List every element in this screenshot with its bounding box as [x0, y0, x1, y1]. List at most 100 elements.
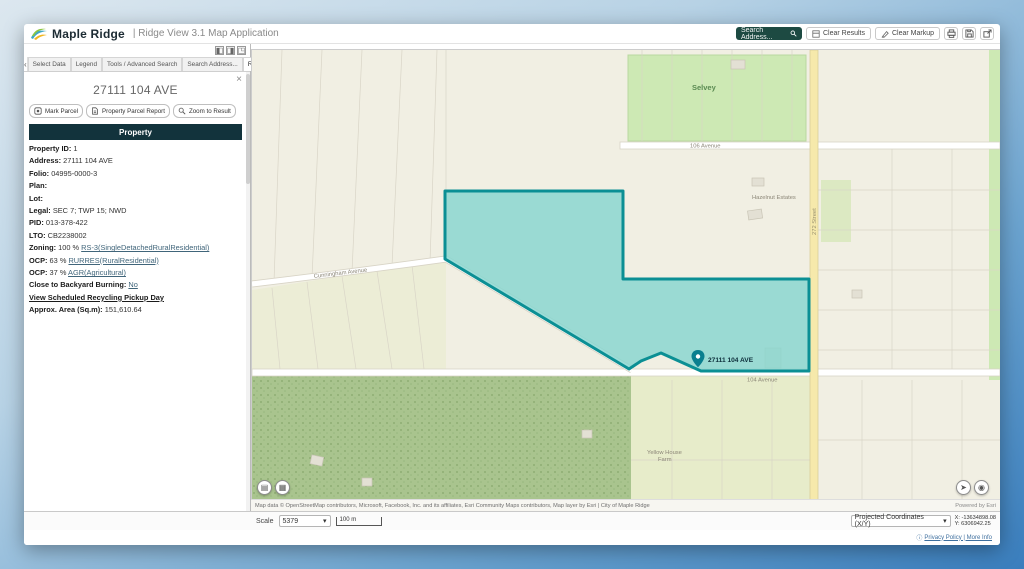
- pan-arrow-icon: ➤: [960, 483, 967, 492]
- scalebar-text: 100 m: [340, 517, 357, 523]
- field-property-id: Property ID: 1: [29, 143, 242, 155]
- map-label-104-avenue: 104 Avenue: [747, 378, 778, 384]
- field-area: Approx. Area (Sq.m): 151,610.64: [29, 304, 242, 316]
- share-button[interactable]: [980, 27, 994, 40]
- ocp-agr-link[interactable]: AGR(Agricultural): [68, 268, 126, 277]
- field-pid: PID: 013-378-422: [29, 217, 242, 229]
- zoom-to-result-icon: [178, 107, 186, 115]
- scale-value: 5379: [283, 518, 299, 525]
- result-title: 27111 104 AVE: [29, 83, 242, 97]
- coordinate-mode-select[interactable]: Projected Coordinates (X/Y) ▾: [851, 515, 951, 527]
- results-scrollbar-thumb[interactable]: [246, 74, 250, 184]
- basemap-gallery-button[interactable]: ▤: [257, 480, 272, 495]
- field-plan: Plan:: [29, 180, 242, 192]
- map-column: Selvey 106 Avenue 104 Avenue 272 Street …: [251, 44, 1000, 511]
- recycling-pickup-link[interactable]: View Scheduled Recycling Pickup Day: [29, 293, 164, 302]
- scale-select[interactable]: 5379 ▾: [279, 515, 331, 527]
- map-attribution-bar: Map data © OpenStreetMap contributors, M…: [251, 499, 1000, 511]
- field-ocp-2: OCP: 37 % AGR(Agricultural): [29, 267, 242, 279]
- property-parcel-report-button[interactable]: Property Parcel Report: [86, 104, 170, 118]
- save-button[interactable]: [962, 27, 976, 40]
- clear-results-label: Clear Results: [823, 30, 865, 37]
- property-parcel-report-label: Property Parcel Report: [102, 108, 165, 115]
- map-label-hazelnut-estates: Hazelnut Estates: [752, 195, 796, 201]
- map-label-272-street: 272 Street: [812, 208, 818, 235]
- ocp-rurres-link[interactable]: RURRES(RuralResidential): [68, 256, 158, 265]
- left-panel: ◧ ◨ ◳ ‹ Select Data Legend Tools / Advan…: [24, 44, 251, 511]
- brand-name: Maple Ridge: [52, 27, 125, 41]
- field-legal: Legal: SEC 7; TWP 15; NWD: [29, 205, 242, 217]
- field-backyard-burning: Close to Backyard Burning: No: [29, 279, 242, 291]
- locate-crosshair-icon: ◉: [978, 483, 985, 492]
- report-icon: [91, 107, 99, 115]
- clear-results-icon: [812, 30, 820, 38]
- results-scrollbar[interactable]: [246, 72, 250, 511]
- privacy-policy-link[interactable]: Privacy Policy | More Info: [924, 535, 992, 541]
- field-lot: Lot:: [29, 193, 242, 205]
- pan-mode-button[interactable]: ➤: [956, 480, 971, 495]
- map-label-farm: Farm: [658, 457, 672, 463]
- app-window: Maple Ridge | Ridge View 3.1 Map Applica…: [24, 24, 1000, 545]
- mark-parcel-label: Mark Parcel: [45, 108, 78, 115]
- save-icon: [965, 29, 974, 38]
- scale-label: Scale: [256, 518, 274, 525]
- clear-markup-icon: [881, 30, 889, 38]
- share-icon: [983, 29, 992, 38]
- field-recycling: View Scheduled Recycling Pickup Day: [29, 292, 242, 304]
- overview-map-button[interactable]: ▦: [275, 480, 290, 495]
- results-panel: × 27111 104 AVE Mark Parcel: [24, 72, 250, 511]
- app-header: Maple Ridge | Ridge View 3.1 Map Applica…: [24, 24, 1000, 44]
- map-label-106-avenue: 106 Avenue: [690, 144, 721, 150]
- powered-by-esri: Powered by Esri: [955, 503, 996, 509]
- panel-tabs: ‹ Select Data Legend Tools / Advanced Se…: [24, 57, 250, 72]
- map-label-yellow-house: Yellow House: [647, 450, 682, 456]
- panel-layout-icon-3[interactable]: ◳: [237, 46, 246, 55]
- marker-label: 27111 104 AVE: [708, 357, 754, 364]
- close-results-icon[interactable]: ×: [236, 75, 242, 85]
- tab-search-address[interactable]: Search Address...: [182, 57, 242, 71]
- maple-ridge-logo-icon: [30, 27, 48, 41]
- find-location-button[interactable]: ◉: [974, 480, 989, 495]
- attribution-text: Map data © OpenStreetMap contributors, M…: [255, 503, 650, 509]
- field-zoning: Zoning: 100 % RS-3(SingleDetachedRuralRe…: [29, 242, 242, 254]
- field-lto: LTO: CB2238002: [29, 230, 242, 242]
- tab-select-data[interactable]: Select Data: [28, 57, 71, 71]
- map-canvas[interactable]: Selvey 106 Avenue 104 Avenue 272 Street …: [252, 50, 1000, 499]
- coordinate-mode-value: Projected Coordinates (X/Y): [855, 514, 937, 528]
- zoning-link[interactable]: RS-3(SingleDetachedRuralResidential): [81, 243, 209, 252]
- tab-tools-advanced-search[interactable]: Tools / Advanced Search: [102, 57, 182, 71]
- map-label-selvey: Selvey: [692, 83, 717, 92]
- search-address-input[interactable]: Search Address...: [736, 27, 802, 40]
- cursor-coordinates: X: -13634898.08 Y: 6306942.25: [955, 515, 996, 528]
- field-address: Address: 27111 104 AVE: [29, 155, 242, 167]
- search-icon: [790, 29, 797, 38]
- mark-parcel-button[interactable]: Mark Parcel: [29, 104, 83, 118]
- app-title: | Ridge View 3.1 Map Application: [133, 28, 279, 39]
- chevron-down-icon: ▾: [323, 517, 327, 525]
- clear-markup-label: Clear Markup: [892, 30, 934, 37]
- clear-markup-button[interactable]: Clear Markup: [875, 27, 940, 40]
- coordinate-y: Y: 6306942.25: [955, 521, 996, 527]
- zoom-to-result-label: Zoom to Result: [189, 108, 231, 115]
- info-icon: ⓘ: [916, 533, 922, 542]
- status-bar: Scale 5379 ▾ 100 m Projected Coordinates …: [24, 511, 1000, 530]
- tab-legend[interactable]: Legend: [71, 57, 102, 71]
- mark-parcel-icon: [34, 107, 42, 115]
- scalebar: 100 m: [336, 517, 382, 526]
- print-icon: [947, 29, 956, 38]
- panel-layout-icon-1[interactable]: ◧: [215, 46, 224, 55]
- chevron-down-icon: ▾: [943, 517, 947, 525]
- zoom-to-result-button[interactable]: Zoom to Result: [173, 104, 236, 118]
- search-placeholder: Search Address...: [741, 27, 784, 41]
- brand-logo: Maple Ridge: [30, 27, 125, 41]
- field-ocp-1: OCP: 63 % RURRES(RuralResidential): [29, 255, 242, 267]
- window-footer: ⓘ Privacy Policy | More Info: [24, 530, 1000, 545]
- panel-layout-icon-2[interactable]: ◨: [226, 46, 235, 55]
- overview-map-icon: ▦: [279, 483, 287, 492]
- print-button[interactable]: [944, 27, 958, 40]
- property-section-header: Property: [29, 124, 242, 140]
- clear-results-button[interactable]: Clear Results: [806, 27, 871, 40]
- backyard-burning-link[interactable]: No: [128, 280, 137, 289]
- basemap-icon: ▤: [261, 483, 269, 492]
- field-folio: Folio: 04995-0000-3: [29, 168, 242, 180]
